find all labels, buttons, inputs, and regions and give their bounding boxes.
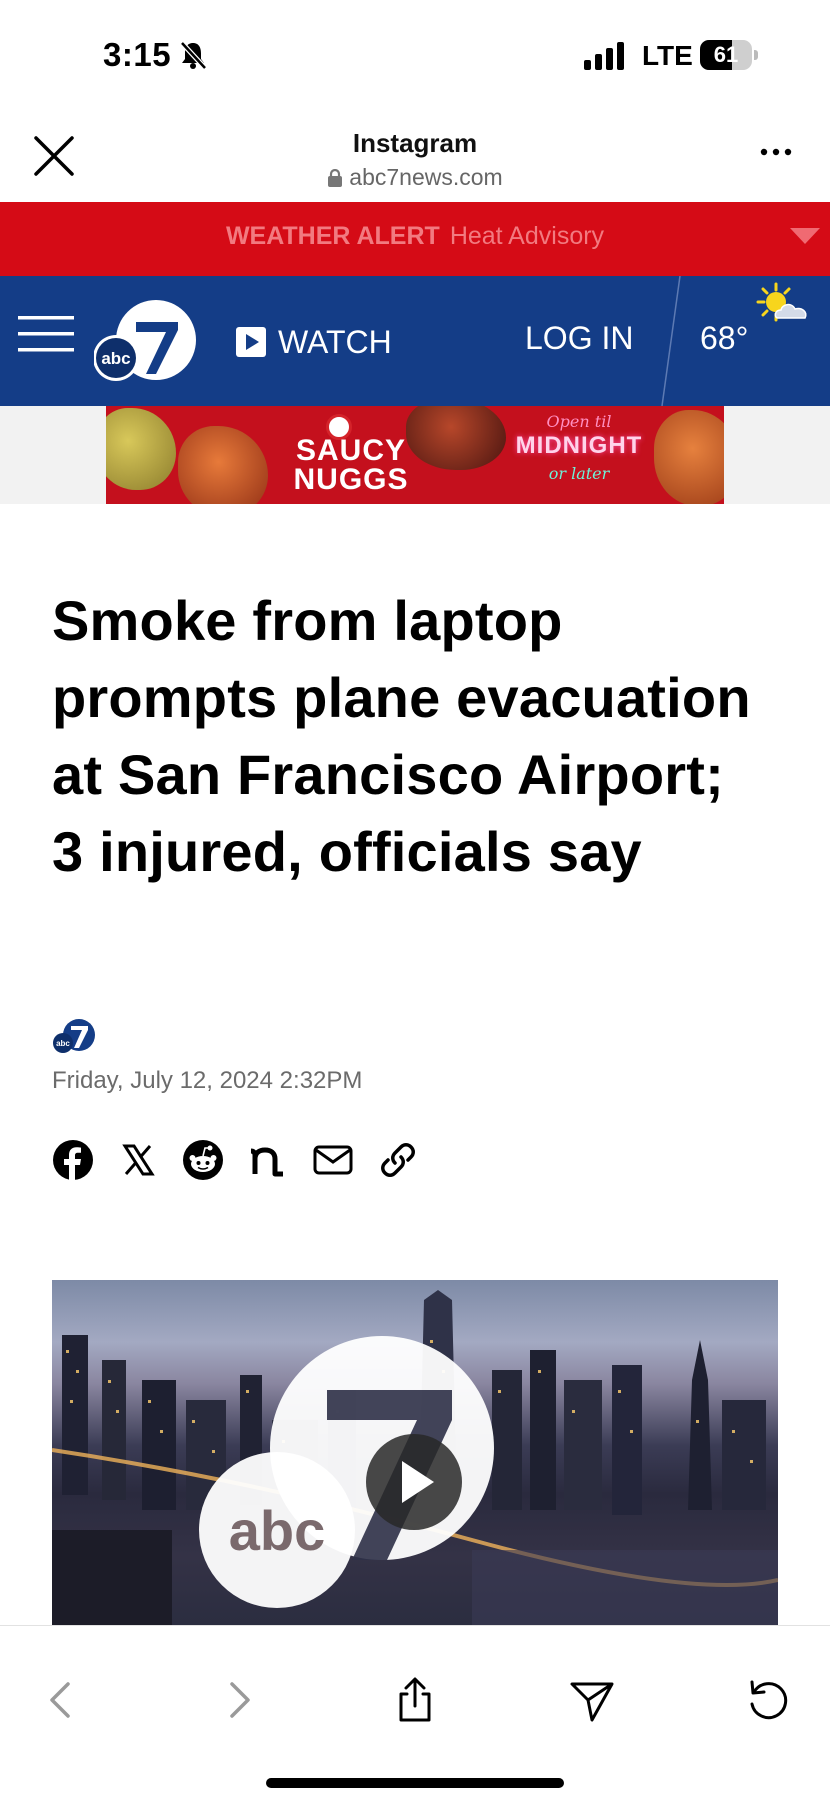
- url-bar[interactable]: abc7news.com: [0, 164, 830, 191]
- watch-label: WATCH: [278, 323, 392, 360]
- partly-sunny-icon[interactable]: [752, 282, 812, 334]
- browser-title: Instagram: [352, 128, 478, 158]
- play-button[interactable]: [366, 1434, 462, 1530]
- email-icon[interactable]: [312, 1139, 354, 1181]
- site-nav: abc WATCH LOG IN 68°: [0, 276, 830, 406]
- back-icon[interactable]: [38, 1676, 86, 1724]
- browser-toolbar: [0, 1625, 830, 1800]
- play-box-icon: [236, 327, 266, 357]
- url-text: abc7news.com: [349, 164, 503, 190]
- temperature[interactable]: 68°: [700, 320, 748, 357]
- hamburger-menu-icon[interactable]: [18, 314, 74, 354]
- more-options-icon[interactable]: [758, 142, 794, 162]
- bell-muted-icon: [180, 41, 207, 70]
- x-icon[interactable]: [117, 1139, 159, 1181]
- nextdoor-icon[interactable]: [247, 1139, 289, 1181]
- watch-button[interactable]: WATCH: [236, 320, 392, 364]
- ad-title-line1: SAUCY: [295, 434, 406, 467]
- logo-text: abc: [101, 349, 130, 368]
- facebook-icon[interactable]: [52, 1139, 94, 1181]
- status-bar: 3:15 LTE 61: [0, 0, 830, 110]
- abc7-logo[interactable]: abc: [94, 300, 200, 388]
- network-label: LTE: [642, 40, 693, 71]
- home-indicator[interactable]: [266, 1778, 564, 1788]
- reload-icon[interactable]: [744, 1676, 792, 1724]
- login-button[interactable]: LOG IN: [525, 320, 633, 357]
- ad-sign-top: Open til: [546, 412, 612, 431]
- battery-level: 61: [713, 42, 739, 67]
- send-icon[interactable]: [568, 1676, 616, 1724]
- weather-alert-text: Heat Advisory: [449, 222, 605, 250]
- battery-icon: 61: [700, 40, 758, 70]
- play-icon: [402, 1461, 434, 1503]
- ad-sign-mid: MIDNIGHT: [515, 432, 643, 459]
- svg-text:abc: abc: [56, 1039, 70, 1048]
- share-icon[interactable]: [391, 1676, 439, 1724]
- ad-title: SAUCY NUGGS: [276, 434, 426, 496]
- share-row: [52, 1138, 442, 1182]
- status-time: 3:15: [103, 36, 172, 73]
- ad-sign-bottom: or later: [548, 464, 610, 483]
- reddit-icon[interactable]: [182, 1139, 224, 1181]
- chevron-down-icon[interactable]: [790, 228, 820, 246]
- abc7-author-icon[interactable]: abc: [52, 1018, 98, 1056]
- article-headline: Smoke from laptop prompts plane evacuati…: [52, 589, 751, 883]
- signal-icon: [584, 42, 624, 70]
- article-date: Friday, July 12, 2024 2:32PM: [52, 1067, 363, 1094]
- forward-icon[interactable]: [214, 1676, 262, 1724]
- nav-divider: [661, 276, 681, 406]
- ad-area: SAUCY NUGGS Open til MIDNIGHT or later: [0, 406, 830, 504]
- ad-banner[interactable]: SAUCY NUGGS Open til MIDNIGHT or later: [106, 406, 724, 504]
- lock-icon: [328, 169, 343, 187]
- browser-header: Instagram abc7news.com: [0, 110, 830, 202]
- video-player[interactable]: abc: [52, 1280, 778, 1625]
- weather-alert-label: WEATHER ALERT: [225, 222, 440, 250]
- video-logo-text: abc: [229, 1499, 326, 1562]
- ad-title-line2: NUGGS: [293, 463, 409, 496]
- weather-alert-banner[interactable]: WEATHER ALERT Heat Advisory: [0, 202, 830, 276]
- link-icon[interactable]: [377, 1139, 419, 1181]
